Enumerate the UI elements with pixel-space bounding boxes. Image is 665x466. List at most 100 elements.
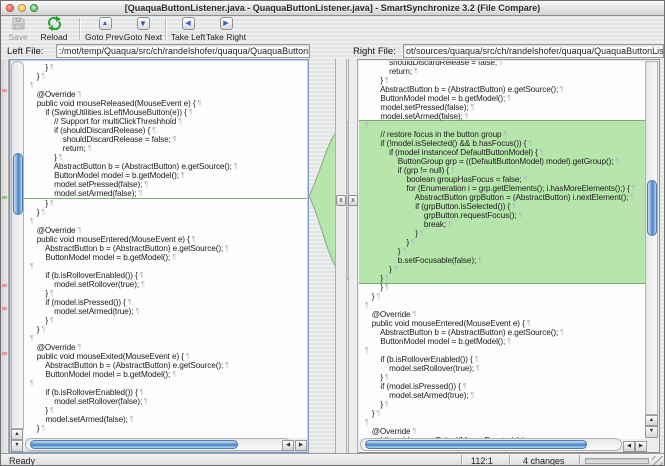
- line-end-marker: ¶: [234, 162, 238, 171]
- code-line: }¶: [24, 63, 307, 72]
- code-line: return;¶: [359, 67, 645, 76]
- left-horizontal-scrollbar-thumb[interactable]: [30, 440, 238, 449]
- scroll-left-button[interactable]: ◀: [623, 441, 635, 452]
- goto-previous-button[interactable]: ▲ Goto Prev.: [85, 16, 125, 42]
- scroll-left-button[interactable]: ◀: [282, 440, 294, 451]
- code-line: // Support for multiClickThreshhold¶: [24, 117, 307, 126]
- line-end-marker: ¶: [172, 370, 176, 379]
- reload-button[interactable]: Reload: [35, 16, 73, 42]
- line-end-marker: ¶: [413, 427, 417, 436]
- diff-overview-strip[interactable]: [1, 59, 9, 453]
- line-end-marker: ¶: [186, 352, 190, 361]
- scroll-right-button[interactable]: ▶: [295, 440, 307, 451]
- scroll-down-button[interactable]: ▼: [11, 440, 23, 452]
- line-end-marker: ¶: [144, 397, 148, 406]
- line-end-marker: ¶: [365, 346, 369, 355]
- line-end-marker: ¶: [528, 139, 532, 148]
- minimize-button[interactable]: [18, 4, 26, 12]
- line-end-marker: ¶: [560, 328, 564, 337]
- code-line: ¶: [359, 121, 645, 130]
- window-title: [QuaquaButtonListener.java - QuaquaButto…: [1, 3, 664, 13]
- line-end-marker: ¶: [50, 316, 54, 325]
- line-end-marker: ¶: [402, 247, 406, 256]
- line-end-marker: ¶: [420, 229, 424, 238]
- line-end-marker: ¶: [41, 72, 45, 81]
- take-left-button[interactable]: ◀ Take Left: [170, 16, 206, 42]
- code-line: }¶: [24, 289, 307, 298]
- right-horizontal-scrollbar[interactable]: [360, 438, 622, 451]
- code-line: break;¶: [359, 220, 645, 229]
- right-code-editor[interactable]: shouldDiscardRelease = false;¶ return;¶ …: [359, 61, 645, 439]
- code-line: model.setArmed(true);¶: [24, 307, 307, 316]
- status-separator: [509, 455, 510, 466]
- goto-next-button[interactable]: ▼ Goto Next: [123, 16, 163, 42]
- save-button[interactable]: Save: [2, 16, 34, 42]
- line-end-marker: ¶: [385, 274, 389, 283]
- reload-icon: [47, 16, 62, 31]
- line-end-marker: ¶: [50, 406, 54, 415]
- progress-indicator: [585, 458, 649, 464]
- line-end-marker: ¶: [139, 189, 143, 198]
- code-line: }¶: [359, 238, 645, 247]
- code-line: ¶: [359, 418, 645, 427]
- left-file-label: Left File:: [7, 46, 43, 57]
- status-separator: [579, 455, 580, 466]
- code-line: ButtonModel model = b.getModel();¶: [359, 94, 645, 103]
- left-code-editor[interactable]: }¶ }¶¶ @Override¶ public void mouseRelea…: [24, 61, 307, 438]
- close-button[interactable]: [6, 4, 14, 12]
- title-bar[interactable]: [QuaquaButtonListener.java - QuaquaButto…: [1, 1, 664, 16]
- take-right-icon: ▶: [220, 16, 233, 31]
- change-marker: [2, 284, 7, 287]
- code-line: ¶: [24, 379, 307, 388]
- line-end-marker: ¶: [499, 61, 503, 67]
- code-line: }¶: [359, 283, 645, 292]
- left-file-path-field[interactable]: :/mot/temp/Quaqua/src/ch/randelshofer/qu…: [56, 44, 310, 58]
- code-line: public void mouseExited(MouseEvent e) {¶: [24, 352, 307, 361]
- code-line: ¶: [24, 262, 307, 271]
- right-horizontal-scrollbar-thumb[interactable]: [365, 440, 587, 449]
- line-end-marker: ¶: [172, 253, 176, 262]
- resize-grip-icon[interactable]: [652, 456, 663, 466]
- left-vertical-scrollbar[interactable]: [11, 61, 24, 429]
- left-vertical-scrollbar-thumb[interactable]: [13, 153, 23, 215]
- zoom-button[interactable]: [30, 4, 38, 12]
- line-end-marker: ¶: [198, 99, 202, 108]
- left-file-panel: ▲ ▼ }¶ }¶¶ @Override¶ public void mouseR…: [9, 59, 309, 453]
- change-marker: [2, 307, 7, 310]
- code-line: }¶: [359, 274, 645, 283]
- right-vertical-scrollbar-thumb[interactable]: [647, 180, 657, 236]
- line-end-marker: ¶: [30, 334, 34, 343]
- right-vertical-scrollbar[interactable]: [645, 61, 658, 415]
- code-line: return;¶: [24, 144, 307, 153]
- line-end-marker: ¶: [376, 409, 380, 418]
- line-end-marker: ¶: [507, 94, 511, 103]
- line-end-marker: ¶: [173, 135, 177, 144]
- line-end-marker: ¶: [189, 108, 193, 117]
- status-message: Ready: [9, 456, 35, 466]
- line-end-marker: ¶: [476, 364, 480, 373]
- line-end-marker: ¶: [524, 175, 528, 184]
- scroll-up-button[interactable]: ▲: [11, 429, 23, 440]
- code-line: }¶: [359, 373, 645, 382]
- goto-previous-icon: ▲: [99, 16, 112, 31]
- left-horizontal-scrollbar[interactable]: [25, 438, 291, 451]
- apply-change-left-button[interactable]: x: [336, 195, 346, 206]
- change-marker: [2, 352, 7, 355]
- code-line: shouldDiscardRelease = false;¶: [24, 135, 307, 144]
- code-line: }¶: [24, 424, 307, 433]
- code-line: public void mouseReleased(MouseEvent e) …: [24, 99, 307, 108]
- take-right-button[interactable]: ▶ Take Right: [206, 16, 246, 42]
- status-separator: [461, 455, 462, 466]
- line-end-marker: ¶: [414, 67, 418, 76]
- code-line: }¶: [359, 229, 645, 238]
- apply-change-right-button[interactable]: x: [348, 195, 358, 206]
- scroll-up-button[interactable]: ▲: [645, 415, 658, 426]
- scroll-down-button[interactable]: ▼: [645, 426, 658, 438]
- line-end-marker: ¶: [365, 301, 369, 310]
- code-line: public void mouseEntered(MouseEvent e) {…: [24, 235, 307, 244]
- code-line: if (grp != null) {¶: [359, 166, 645, 175]
- right-file-path-field[interactable]: ot/sources/quaqua/src/ch/randelshofer/qu…: [403, 44, 664, 58]
- scroll-right-button[interactable]: ▶: [635, 441, 647, 452]
- right-file-panel: shouldDiscardRelease = false;¶ return;¶ …: [357, 59, 660, 453]
- code-line: AbstractButton grpButton = (AbstractButt…: [359, 193, 645, 202]
